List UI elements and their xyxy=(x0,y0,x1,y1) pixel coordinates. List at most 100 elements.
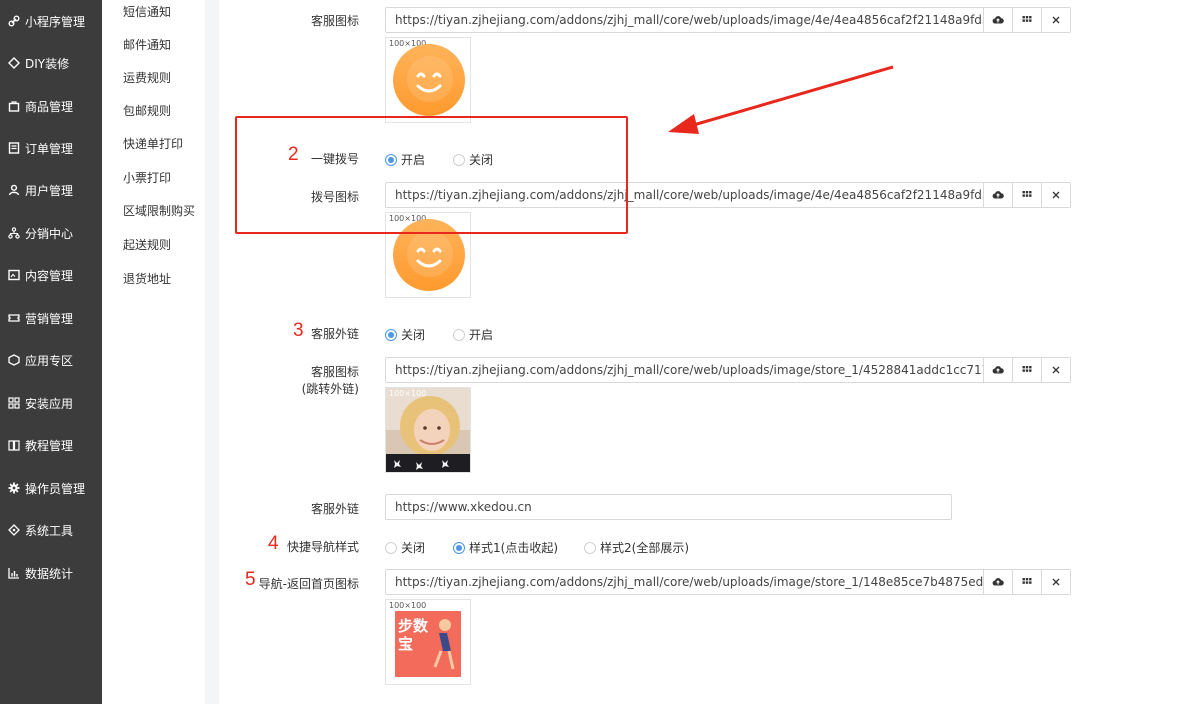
image-icon xyxy=(8,269,20,281)
diamond-icon xyxy=(8,57,20,69)
sidebar-item-miniprogram[interactable]: 小程序管理 xyxy=(0,0,102,42)
sidebar-item-distribution[interactable]: 分销中心 xyxy=(0,212,102,254)
upload-button[interactable] xyxy=(983,358,1012,382)
kefu-link-radio-off[interactable]: 关闭 xyxy=(385,326,425,343)
radio-unchecked-icon xyxy=(453,328,465,341)
link-icon xyxy=(8,15,20,27)
sub-item-receipt-print[interactable]: 小票打印 xyxy=(123,169,171,186)
sub-item-freight[interactable]: 运费规则 xyxy=(123,69,171,86)
step-treasure-logo: 步数宝 xyxy=(395,611,461,677)
kefu-link-icon-input-group: https://tiyan.zjhejiang.com/addons/zjhj_… xyxy=(385,357,1071,383)
sub-item-express-print[interactable]: 快递单打印 xyxy=(123,135,183,152)
annotation-number-5: 5 xyxy=(245,569,256,590)
sidebar-item-label: 应用专区 xyxy=(25,353,74,368)
sidebar-item-diy[interactable]: DIY装修 xyxy=(0,42,102,84)
sidebar-item-goods[interactable]: 商品管理 xyxy=(0,85,102,127)
close-icon xyxy=(1052,578,1060,586)
radio-label: 样式1(点击收起) xyxy=(469,541,558,555)
clear-button[interactable] xyxy=(1041,183,1070,207)
sub-item-email[interactable]: 邮件通知 xyxy=(123,36,171,53)
kefu-icon-input-group: https://tiyan.zjhejiang.com/addons/zjhj_… xyxy=(385,7,1071,33)
smile-chat-icon xyxy=(393,44,465,116)
list-icon xyxy=(8,142,20,154)
network-icon xyxy=(8,227,20,239)
sidebar-item-operators[interactable]: 操作员管理 xyxy=(0,467,102,509)
sub-item-return-address[interactable]: 退货地址 xyxy=(123,270,171,287)
nav-style-radio-off[interactable]: 关闭 xyxy=(385,539,425,556)
cloud-upload-icon xyxy=(992,366,1004,374)
annotation-number-4: 4 xyxy=(268,533,279,554)
sidebar-item-users[interactable]: 用户管理 xyxy=(0,169,102,211)
sidebar-item-label: 用户管理 xyxy=(25,183,74,198)
sidebar-item-statistics[interactable]: 数据统计 xyxy=(0,552,102,594)
sub-item-free-shipping[interactable]: 包邮规则 xyxy=(123,102,171,119)
sidebar-item-tutorial[interactable]: 教程管理 xyxy=(0,424,102,466)
clear-button[interactable] xyxy=(1041,358,1070,382)
grid-icon xyxy=(8,397,20,409)
thumb-size-label: 100×100 xyxy=(389,601,427,610)
radio-unchecked-icon xyxy=(584,541,596,554)
close-icon xyxy=(1052,366,1060,374)
close-icon xyxy=(1052,16,1060,24)
upload-button[interactable] xyxy=(983,183,1012,207)
panel-divider xyxy=(205,0,219,704)
sidebar-item-label: DIY装修 xyxy=(25,56,70,71)
kefu-icon-thumbnail: 100×100 xyxy=(385,37,471,123)
nav-style-radio-style2[interactable]: 样式2(全部展示) xyxy=(584,539,689,556)
kefu-icon-label: 客服图标 xyxy=(310,14,359,28)
kefu-link-switch-label: 客服外链 xyxy=(310,327,359,341)
home-icon-url-input[interactable]: https://tiyan.zjhejiang.com/addons/zjhj_… xyxy=(386,570,983,594)
gallery-button[interactable] xyxy=(1012,8,1041,32)
annotation-number-3: 3 xyxy=(293,320,304,341)
sub-item-region-limit[interactable]: 区域限制购买 xyxy=(123,202,195,219)
sidebar-item-label: 数据统计 xyxy=(25,566,74,581)
grid-icon xyxy=(1022,191,1032,197)
cube-icon xyxy=(8,354,20,366)
clear-button[interactable] xyxy=(1041,8,1070,32)
sidebar-item-label: 订单管理 xyxy=(25,141,74,156)
grid-icon xyxy=(1022,366,1032,372)
radio-unchecked-icon xyxy=(385,541,397,554)
nav-style-label: 快捷导航样式 xyxy=(286,540,359,554)
kefu-icon-url-input[interactable]: https://tiyan.zjhejiang.com/addons/zjhj_… xyxy=(386,8,983,32)
upload-button[interactable] xyxy=(983,570,1012,594)
kefu-link-radio-on[interactable]: 开启 xyxy=(453,326,493,343)
cloud-upload-icon xyxy=(992,578,1004,586)
sidebar-item-label: 系统工具 xyxy=(25,523,74,538)
sub-item-min-order[interactable]: 起送规则 xyxy=(123,236,171,253)
bag-icon xyxy=(8,100,20,112)
kefu-link-icon-sublabel: (跳转外链) xyxy=(301,382,359,396)
gallery-button[interactable] xyxy=(1012,358,1041,382)
sidebar-item-apps[interactable]: 应用专区 xyxy=(0,339,102,381)
child-photo xyxy=(386,388,470,472)
kefu-link-label: 客服外链 xyxy=(310,502,359,516)
kefu-link-icon-thumbnail: 100×100 xyxy=(385,387,471,473)
clear-button[interactable] xyxy=(1041,570,1070,594)
sidebar-item-system-tools[interactable]: 系统工具 xyxy=(0,509,102,551)
kefu-link-icon-label: 客服图标 xyxy=(310,365,359,379)
sidebar-item-orders[interactable]: 订单管理 xyxy=(0,127,102,169)
nav-style-radio-style1[interactable]: 样式1(点击收起) xyxy=(453,539,558,556)
sidebar-item-label: 教程管理 xyxy=(25,438,74,453)
kefu-link-icon-url-input[interactable]: https://tiyan.zjhejiang.com/addons/zjhj_… xyxy=(386,358,983,382)
tool-icon xyxy=(8,524,20,536)
sidebar-item-marketing[interactable]: 营销管理 xyxy=(0,297,102,339)
gear-icon xyxy=(8,482,20,494)
upload-button[interactable] xyxy=(983,8,1012,32)
main-sidebar: 小程序管理 DIY装修 商品管理 订单管理 用户管理 分销中心 内容管理 营销管… xyxy=(0,0,102,704)
gallery-button[interactable] xyxy=(1012,570,1041,594)
radio-label: 样式2(全部展示) xyxy=(600,541,689,555)
home-icon-thumbnail: 100×100 步数宝 xyxy=(385,599,471,685)
sub-item-sms[interactable]: 短信通知 xyxy=(123,3,171,20)
sidebar-item-label: 内容管理 xyxy=(25,268,74,283)
grid-icon xyxy=(1022,578,1032,584)
sidebar-item-label: 操作员管理 xyxy=(25,481,86,496)
user-icon xyxy=(8,184,20,196)
home-icon-input-group: https://tiyan.zjhejiang.com/addons/zjhj_… xyxy=(385,569,1071,595)
kefu-link-input[interactable]: https://www.xkedou.cn xyxy=(385,494,952,520)
sidebar-item-content[interactable]: 内容管理 xyxy=(0,254,102,296)
sidebar-item-label: 安装应用 xyxy=(25,396,74,411)
grid-icon xyxy=(1022,16,1032,22)
gallery-button[interactable] xyxy=(1012,183,1041,207)
sidebar-item-install[interactable]: 安装应用 xyxy=(0,382,102,424)
